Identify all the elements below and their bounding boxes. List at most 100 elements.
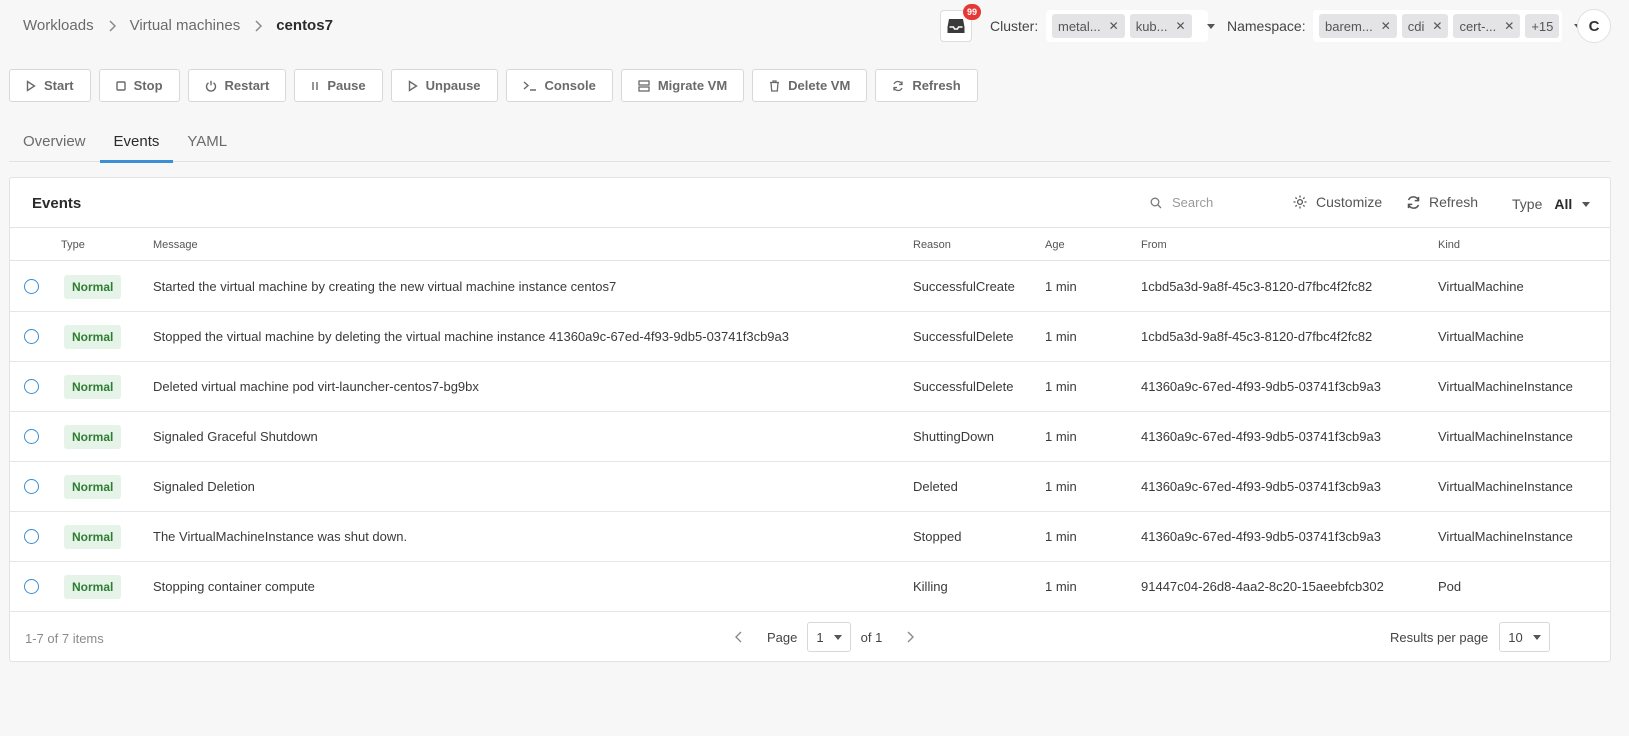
- chevron-down-icon[interactable]: [1206, 23, 1215, 29]
- cell-reason: Killing: [913, 579, 948, 594]
- close-icon[interactable]: ✕: [1381, 19, 1391, 33]
- cell-reason: ShuttingDown: [913, 429, 994, 444]
- stop-button[interactable]: Stop: [98, 69, 180, 102]
- column-reason[interactable]: Reason: [913, 239, 951, 251]
- column-type[interactable]: Type: [61, 239, 85, 251]
- cell-reason: SuccessfulDelete: [913, 329, 1014, 344]
- row-select-radio[interactable]: [24, 429, 39, 444]
- cluster-label: Cluster:: [990, 18, 1039, 34]
- console-button[interactable]: Console: [505, 69, 613, 102]
- breadcrumb-virtual-machines[interactable]: Virtual machines: [130, 17, 241, 34]
- row-select-radio[interactable]: [24, 279, 39, 294]
- results-per-page-select[interactable]: 10: [1499, 622, 1550, 652]
- chevron-left-icon[interactable]: [735, 631, 743, 643]
- row-select-radio[interactable]: [24, 329, 39, 344]
- table-row[interactable]: Normal The VirtualMachineInstance was shu…: [10, 512, 1610, 562]
- close-icon[interactable]: ✕: [1109, 19, 1119, 33]
- cell-reason: Deleted: [913, 479, 958, 494]
- trash-icon: [770, 79, 780, 92]
- items-count: 1-7 of 7 items: [25, 631, 104, 646]
- row-select-radio[interactable]: [24, 479, 39, 494]
- status-badge: Normal: [64, 575, 122, 599]
- events-refresh-button[interactable]: Refresh: [1406, 194, 1478, 210]
- status-badge: Normal: [64, 425, 122, 449]
- row-select-radio[interactable]: [24, 379, 39, 394]
- close-icon[interactable]: ✕: [1432, 19, 1442, 33]
- play-icon: [26, 79, 36, 92]
- page-select[interactable]: 1: [807, 622, 851, 652]
- type-filter[interactable]: Type All: [1512, 196, 1591, 212]
- cell-kind: VirtualMachineInstance: [1438, 529, 1573, 544]
- breadcrumb-workloads[interactable]: Workloads: [23, 17, 94, 34]
- table-row[interactable]: Normal Started the virtual machine by cre…: [10, 262, 1610, 312]
- table-row[interactable]: Normal Deleted virtual machine pod virt-l…: [10, 362, 1610, 412]
- cell-message: The VirtualMachineInstance was shut down…: [153, 529, 408, 544]
- unpause-button[interactable]: Unpause: [390, 69, 498, 102]
- column-kind[interactable]: Kind: [1438, 239, 1460, 251]
- cell-kind: VirtualMachineInstance: [1438, 379, 1573, 394]
- tab-yaml[interactable]: YAML: [173, 128, 241, 162]
- cell-message: Started the virtual machine by creating …: [153, 279, 617, 294]
- namespace-more-chip[interactable]: +15: [1525, 14, 1560, 38]
- row-select-radio[interactable]: [24, 579, 39, 594]
- cell-kind: VirtualMachine: [1438, 329, 1524, 344]
- cell-message: Stopped the virtual machine by deleting …: [153, 329, 789, 344]
- namespace-filter[interactable]: barem... ✕ cdi ✕ cert-... ✕ +15: [1313, 10, 1583, 42]
- table-row[interactable]: Normal Stopped the virtual machine by del…: [10, 312, 1610, 362]
- cluster-filter[interactable]: metal... ✕ kub... ✕: [1046, 10, 1215, 42]
- search-input[interactable]: Search: [1150, 195, 1213, 210]
- close-icon[interactable]: ✕: [1175, 19, 1185, 33]
- cell-kind: VirtualMachineInstance: [1438, 479, 1573, 494]
- close-icon[interactable]: ✕: [1504, 19, 1514, 33]
- chevron-down-icon: [1532, 634, 1541, 640]
- pagination: Page 1 of 1: [735, 622, 915, 652]
- stop-icon: [115, 80, 126, 91]
- migrate-vm-button[interactable]: Migrate VM: [620, 69, 745, 102]
- table-row[interactable]: Normal Stopping container compute Killing 1…: [10, 562, 1610, 612]
- restart-button[interactable]: Restart: [187, 69, 287, 102]
- avatar[interactable]: C: [1577, 9, 1611, 43]
- results-per-page: Results per page 10: [1390, 622, 1550, 652]
- server-icon: [638, 79, 650, 92]
- cell-age: 1 min: [1045, 279, 1077, 294]
- column-from[interactable]: From: [1141, 239, 1167, 251]
- cell-from: 1cbd5a3d-9a8f-45c3-8120-d7fbc4f2fc82: [1141, 279, 1373, 294]
- page-total: of 1: [860, 629, 883, 645]
- namespace-chip: cert-... ✕: [1453, 14, 1521, 38]
- status-badge: Normal: [64, 475, 122, 499]
- breadcrumb-current: centos7: [276, 17, 333, 34]
- tab-events[interactable]: Events: [99, 128, 174, 163]
- table-row[interactable]: Normal Signaled Deletion Deleted 1 min 41360…: [10, 462, 1610, 512]
- namespace-chip: barem... ✕: [1319, 14, 1397, 38]
- column-age[interactable]: Age: [1045, 239, 1065, 251]
- customize-button[interactable]: Customize: [1292, 194, 1382, 210]
- row-select-radio[interactable]: [24, 529, 39, 544]
- cell-message: Deleted virtual machine pod virt-launche…: [153, 379, 479, 394]
- pause-icon: [312, 81, 319, 90]
- page-label: Page: [767, 629, 798, 645]
- refresh-button[interactable]: Refresh: [875, 69, 978, 102]
- search-placeholder: Search: [1172, 195, 1214, 210]
- notification-badge: 99: [963, 4, 981, 20]
- cell-age: 1 min: [1045, 579, 1077, 594]
- delete-vm-button[interactable]: Delete VM: [752, 69, 868, 102]
- namespace-label: Namespace:: [1227, 18, 1306, 34]
- results-per-page-label: Results per page: [1390, 629, 1489, 645]
- play-icon: [408, 79, 418, 92]
- type-filter-value: All: [1554, 196, 1573, 212]
- cell-age: 1 min: [1045, 429, 1077, 444]
- events-title: Events: [32, 195, 82, 212]
- cell-from: 41360a9c-67ed-4f93-9db5-03741f3cb9a3: [1141, 379, 1381, 394]
- top-bar: Workloads Virtual machines centos7 99 Cl…: [0, 0, 1629, 52]
- start-button[interactable]: Start: [9, 69, 91, 102]
- tab-bar: Overview Events YAML: [9, 128, 1611, 163]
- chevron-right-icon[interactable]: [906, 631, 915, 643]
- cell-message: Signaled Graceful Shutdown: [153, 429, 318, 444]
- tab-overview[interactable]: Overview: [9, 128, 100, 162]
- cell-from: 41360a9c-67ed-4f93-9db5-03741f3cb9a3: [1141, 479, 1381, 494]
- status-badge: Normal: [64, 275, 122, 299]
- cell-from: 41360a9c-67ed-4f93-9db5-03741f3cb9a3: [1141, 429, 1381, 444]
- pause-button[interactable]: Pause: [294, 69, 383, 102]
- column-message[interactable]: Message: [153, 239, 198, 251]
- table-row[interactable]: Normal Signaled Graceful Shutdown Shutting…: [10, 412, 1610, 462]
